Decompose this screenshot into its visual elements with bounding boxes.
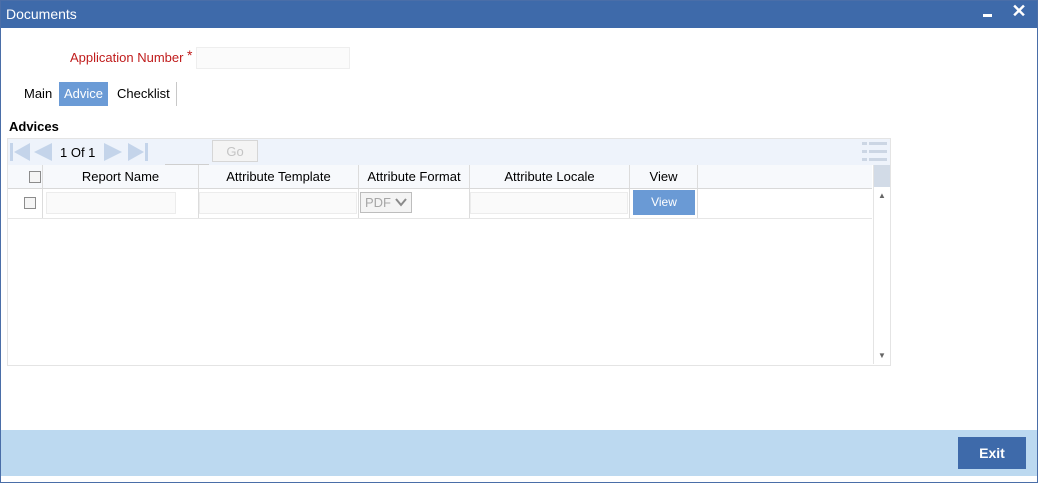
view-button[interactable]: View bbox=[633, 190, 695, 215]
documents-window: Documents ✕ Application Number * Main Ad… bbox=[0, 0, 1038, 483]
footer-bar: Exit bbox=[1, 430, 1037, 476]
column-header-attribute-format[interactable]: Attribute Format bbox=[359, 165, 470, 188]
column-header-attribute-locale[interactable]: Attribute Locale bbox=[470, 165, 630, 188]
attribute-locale-input[interactable] bbox=[470, 192, 628, 214]
select-all-checkbox[interactable] bbox=[29, 171, 41, 183]
chevron-down-icon bbox=[395, 198, 407, 207]
goto-page-input[interactable] bbox=[165, 142, 209, 165]
grid-toolbar: 1 Of 1 Go bbox=[8, 139, 890, 165]
tab-advice[interactable]: Advice bbox=[59, 82, 109, 106]
title-bar: Documents ✕ bbox=[1, 1, 1037, 28]
required-marker: * bbox=[187, 47, 193, 63]
attribute-format-value: PDF bbox=[365, 195, 391, 210]
report-name-cell bbox=[43, 189, 199, 218]
exit-button[interactable]: Exit bbox=[958, 437, 1026, 469]
grid-header-row: Report Name Attribute Template Attribute… bbox=[8, 165, 872, 189]
grid-options-icon[interactable] bbox=[862, 141, 888, 163]
tab-checklist[interactable]: Checklist bbox=[112, 82, 175, 106]
table-row: PDF View bbox=[8, 189, 872, 219]
previous-page-icon[interactable] bbox=[33, 143, 53, 161]
column-header-report-name[interactable]: Report Name bbox=[43, 165, 199, 188]
close-button[interactable]: ✕ bbox=[1011, 2, 1027, 20]
page-info: 1 Of 1 bbox=[60, 145, 96, 160]
column-header-view[interactable]: View bbox=[630, 165, 698, 188]
column-header-attribute-template[interactable]: Attribute Template bbox=[199, 165, 359, 188]
select-all-cell bbox=[8, 165, 43, 188]
scrollbar-thumb[interactable] bbox=[874, 165, 890, 187]
scroll-down-icon[interactable]: ▼ bbox=[878, 351, 886, 360]
row-select-cell bbox=[8, 189, 43, 218]
attribute-locale-cell bbox=[470, 189, 630, 218]
advices-section-title: Advices bbox=[9, 119, 59, 134]
last-page-icon[interactable] bbox=[127, 143, 149, 161]
attribute-template-input[interactable] bbox=[199, 192, 357, 214]
scroll-up-icon[interactable]: ▲ bbox=[878, 191, 886, 200]
row-select-checkbox[interactable] bbox=[24, 197, 36, 209]
advices-grid: 1 Of 1 Go Report Name Attribute Template bbox=[7, 138, 891, 366]
application-number-label: Application Number bbox=[70, 50, 184, 65]
window-title: Documents bbox=[6, 6, 77, 22]
tab-main[interactable]: Main bbox=[19, 82, 57, 106]
first-page-icon[interactable] bbox=[9, 143, 31, 161]
attribute-template-cell bbox=[199, 189, 359, 218]
go-button[interactable]: Go bbox=[212, 140, 258, 162]
next-page-icon[interactable] bbox=[103, 143, 123, 161]
application-number-input[interactable] bbox=[196, 47, 350, 69]
attribute-format-select[interactable]: PDF bbox=[360, 192, 412, 213]
tab-divider bbox=[176, 82, 177, 106]
minimize-button[interactable] bbox=[981, 5, 995, 21]
vertical-scrollbar[interactable]: ▲ ▼ bbox=[873, 165, 890, 364]
report-name-input[interactable] bbox=[46, 192, 176, 214]
